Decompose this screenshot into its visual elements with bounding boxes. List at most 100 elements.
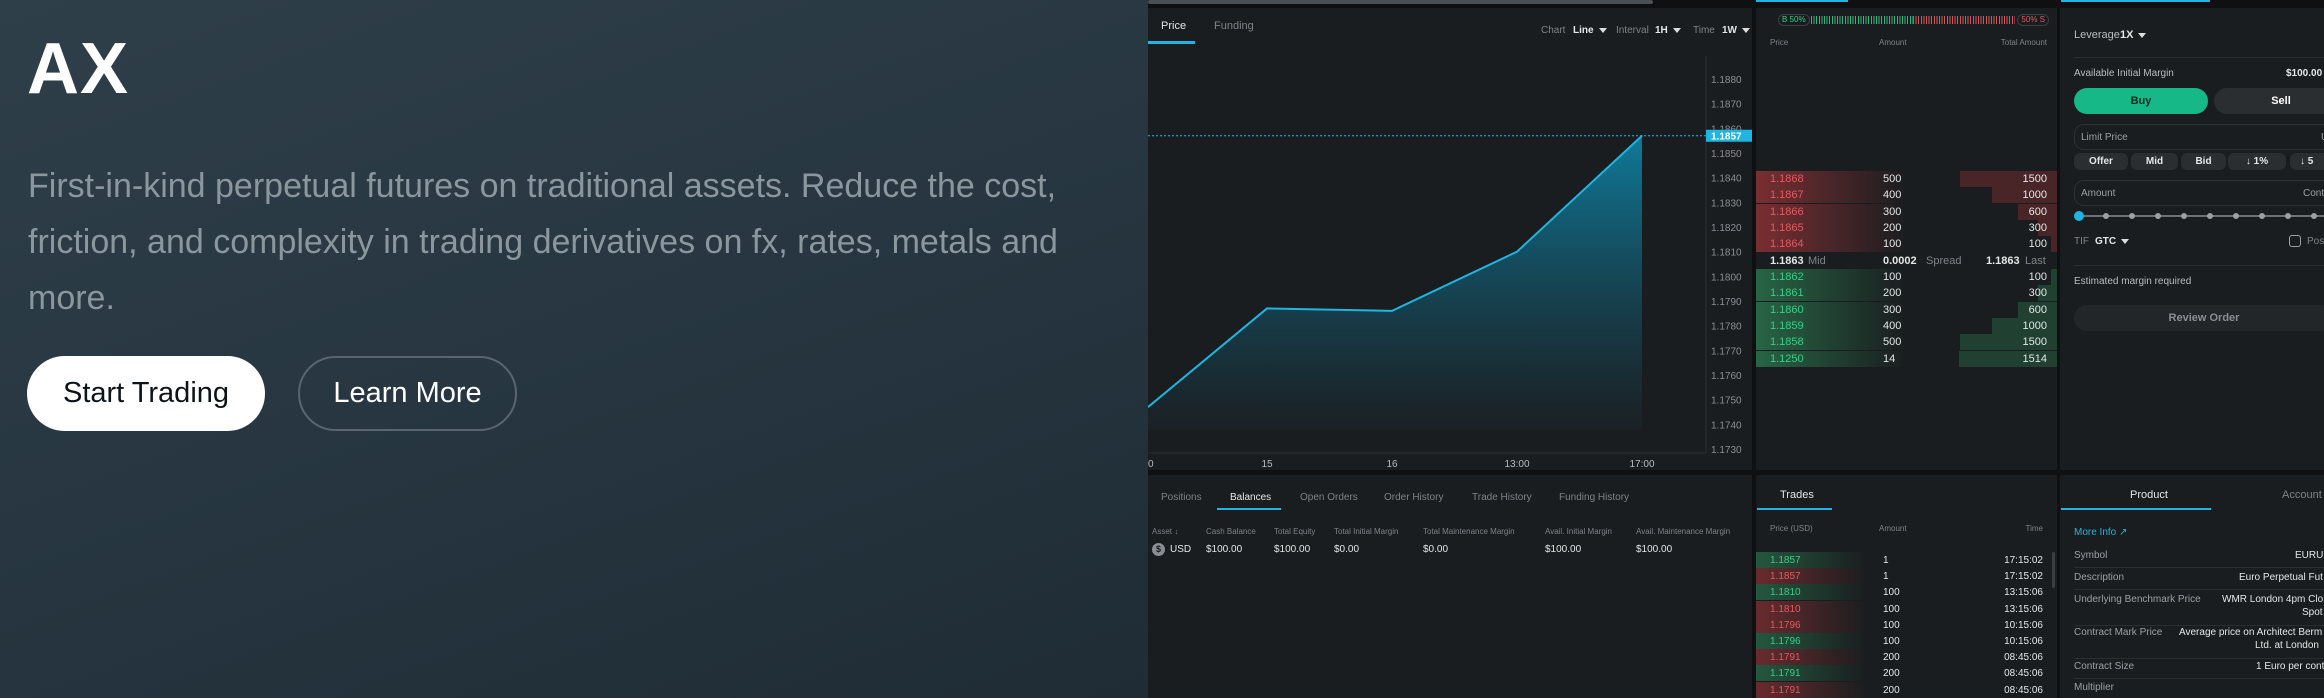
bid-row[interactable]: 1.1862 100 100 [1756,269,2057,285]
data-point [1516,251,1518,253]
trade-time: 17:15:02 [2004,571,2043,583]
external-link-icon: ↗ [2116,527,2128,538]
trade-row: 1.1791 200 08:45:06 [1756,681,2057,698]
orderbook-panel: B 50% 50% S Price Amount Total Amount 1.… [1756,8,2057,470]
tab-product[interactable]: Product [2130,489,2168,501]
product-panel: Product Account More Info ↗ Symbol EURUSD… [2060,475,2324,698]
ob-header-amount: Amount [1879,38,1907,47]
divider [2074,589,2324,590]
slider-step-dot[interactable] [2155,213,2161,219]
minus-1pct-button[interactable]: ↓ 1% [2228,153,2286,170]
trade-row: 1.1810 100 13:15:06 [1756,600,2057,617]
spread-label: Spread [1926,255,1962,267]
slider-step-dot[interactable] [2129,213,2135,219]
tab-order-history[interactable]: Order History [1384,492,1443,503]
ask-row[interactable]: 1.1864 100 100 [1756,236,2057,253]
y-tick-label: 1.1820 [1711,223,1742,234]
post-only-checkbox[interactable] [2289,235,2301,247]
leverage-dropdown[interactable]: 1X [2120,29,2146,41]
total: 100 [2028,238,2047,251]
cell-amm: $100.00 [1636,544,1673,555]
tif-dropdown[interactable]: GTC [2095,236,2129,247]
trade-price: 1.1791 [1770,668,1801,680]
cell-aim: $100.00 [1545,544,1582,555]
trade-time: 10:15:06 [2004,636,2043,647]
trade-row: 1.1791 200 08:45:06 [1756,649,2057,666]
tab-positions[interactable]: Positions [1161,492,1202,503]
price: 1.1862 [1770,271,1804,283]
amount-label: Amount [2081,188,2116,199]
bid-row[interactable]: 1.1250 14 1514 [1756,350,2057,367]
total: 1514 [2022,352,2047,365]
dollar-icon: $ [1152,543,1165,556]
amount: 100 [1883,238,1902,251]
mid-button[interactable]: Mid [2131,153,2178,170]
trade-row: 1.1791 200 08:45:06 [1756,665,2057,682]
tab-balances[interactable]: Balances [1230,492,1271,503]
column-header[interactable]: Asset ↓ [1152,527,1178,536]
bid-row[interactable]: 1.1859 400 1000 [1756,317,2057,334]
price: 1.1858 [1770,336,1804,349]
spread-value: 0.0002 [1883,255,1917,267]
ask-row[interactable]: 1.1866 300 600 [1756,203,2057,220]
offer-button[interactable]: Offer [2074,153,2128,170]
slider-handle[interactable] [2074,211,2084,221]
x-tick-label: 15 [1261,459,1273,470]
trade-price: 1.1810 [1770,587,1801,599]
y-tick-label: 1.1730 [1711,445,1742,456]
trade-amount: 200 [1883,652,1900,664]
start-trading-button[interactable]: Start Trading [27,356,265,431]
slider-step-dot[interactable] [2207,213,2213,219]
trade-amount: 100 [1883,587,1900,599]
price-chart[interactable]: 1.18801.18701.18601.18501.18401.18301.18… [1148,0,1752,470]
trade-time: 17:15:02 [2004,555,2043,566]
ask-row[interactable]: 1.1865 200 300 [1756,219,2057,236]
limit-price-input[interactable]: Limit Price U [2074,124,2324,150]
amount: 500 [1883,173,1902,185]
trade-time: 13:15:06 [2004,603,2043,615]
tab-open-orders[interactable]: Open Orders [1300,492,1358,503]
ask-row[interactable]: 1.1867 400 1000 [1756,187,2057,204]
slider-step-dot[interactable] [2103,213,2109,219]
bid-row[interactable]: 1.1858 500 1500 [1756,334,2057,351]
product-label-5: Multiplier [2074,682,2115,693]
trade-price: 1.1791 [1770,684,1801,696]
amount-input[interactable]: Amount Cont [2074,180,2324,206]
sell-button[interactable]: Sell [2214,88,2324,114]
x-tick-label: 0 [1148,459,1154,470]
price: 1.1865 [1770,221,1804,234]
bid-row[interactable]: 1.1860 300 600 [1756,301,2057,318]
last-price: 1.1863 [1986,255,2020,267]
tif-label: TIF [2074,236,2089,247]
slider-step-dot[interactable] [2285,213,2291,219]
ask-row[interactable]: 1.1868 500 1500 [1756,171,2057,187]
ob-header-price: Price [1770,38,1789,47]
slider-step-dot[interactable] [2259,213,2265,219]
y-tick-label: 1.1840 [1711,174,1742,185]
column-header: Total Initial Margin [1334,527,1399,536]
bid-row[interactable]: 1.1861 200 300 [1756,285,2057,302]
tab-funding-history[interactable]: Funding History [1559,492,1629,503]
tab-trade-history[interactable]: Trade History [1472,492,1532,503]
buy-button[interactable]: Buy [2074,88,2208,114]
slider-step-dot[interactable] [2181,213,2187,219]
tab-account[interactable]: Account [2282,489,2322,501]
data-point [1266,307,1268,309]
bid-button[interactable]: Bid [2181,153,2226,170]
amount: 500 [1883,336,1902,349]
learn-more-button[interactable]: Learn More [298,356,517,431]
total: 300 [2028,221,2047,234]
total-depth-bar [2050,236,2057,253]
mid-price: 1.1863 [1770,255,1804,267]
minus-5pct-button[interactable]: ↓ 5 [2290,153,2324,170]
y-tick-label: 1.1800 [1711,272,1742,283]
active-tab-underline [1217,508,1281,510]
y-tick-label: 1.1850 [1711,149,1742,160]
review-order-button[interactable]: Review Order [2074,305,2324,331]
slider-step-dot[interactable] [2311,213,2317,219]
cell-tmm: $0.00 [1423,544,1449,555]
more-info-link[interactable]: More Info ↗ [2074,527,2127,538]
tab-trades[interactable]: Trades [1780,489,1814,501]
amount: 200 [1883,287,1902,300]
slider-step-dot[interactable] [2233,213,2239,219]
